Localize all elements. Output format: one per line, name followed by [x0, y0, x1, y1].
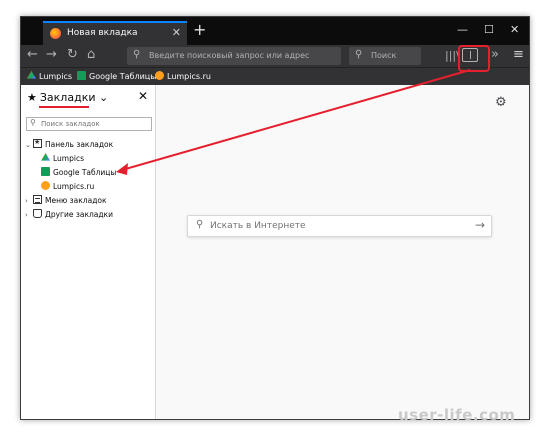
- hamburger-menu-icon[interactable]: ≡: [513, 47, 524, 62]
- search-bar[interactable]: ⚲ Поиск: [349, 47, 421, 65]
- close-window-icon[interactable]: ✕: [510, 23, 519, 36]
- tree-item-lumpics[interactable]: Lumpics: [41, 153, 84, 163]
- watermark-text: user-life.com: [398, 406, 516, 424]
- sidebar-header[interactable]: ★ Закладки ⌄: [27, 91, 108, 104]
- collapsed-arrow-icon: ›: [25, 197, 28, 205]
- firefox-icon: [50, 28, 61, 39]
- other-bookmarks-folder-icon: [33, 209, 42, 218]
- bookmarks-search-placeholder: Поиск закладок: [41, 120, 100, 128]
- url-bar[interactable]: ⚲ Введите поисковый запрос или адрес: [127, 47, 341, 65]
- overflow-chevron-icon[interactable]: »: [491, 47, 499, 62]
- navigation-toolbar: ← → ↻ ⌂ ⚲ Введите поисковый запрос или а…: [21, 45, 529, 67]
- tab-title: Новая вкладка: [67, 28, 138, 38]
- star-icon: ★: [27, 91, 37, 104]
- web-search-input[interactable]: ⚲ Искать в Интернете →: [187, 215, 492, 237]
- expanded-arrow-icon: ⌄: [25, 141, 31, 149]
- chevron-down-icon: ⌄: [98, 91, 109, 104]
- tab-close-icon[interactable]: ✕: [172, 26, 181, 39]
- bookmark-lumpics[interactable]: Lumpics: [27, 71, 72, 81]
- search-placeholder: Поиск: [371, 51, 397, 60]
- gear-icon[interactable]: ⚙: [495, 95, 507, 110]
- forward-icon[interactable]: →: [46, 47, 57, 63]
- tab-strip: Новая вкладка ✕ + — ☐ ✕: [21, 17, 529, 45]
- bookmarks-search-input[interactable]: ⚲ Поиск закладок: [26, 117, 152, 131]
- tree-folder-other[interactable]: › Другие закладки: [25, 209, 113, 219]
- sidebar-close-icon[interactable]: ✕: [138, 89, 148, 103]
- maximize-icon[interactable]: ☐: [484, 23, 494, 36]
- tree-folder-menu[interactable]: › Меню закладок: [25, 195, 107, 205]
- annotation-underline: [39, 106, 89, 108]
- new-tab-page: ⚙ ⚲ Искать в Интернете →: [157, 85, 529, 419]
- tree-item-google-sheets[interactable]: Google Таблицы: [41, 167, 116, 177]
- web-search-placeholder: Искать в Интернете: [210, 221, 306, 231]
- tree-folder-toolbar[interactable]: ⌄Панель закладок: [25, 138, 113, 149]
- annotation-highlight-box: [458, 45, 490, 72]
- home-icon[interactable]: ⌂: [87, 47, 95, 63]
- bookmark-google-sheets[interactable]: Google Таблицы: [77, 71, 157, 81]
- url-placeholder: Введите поисковый запрос или адрес: [149, 51, 310, 60]
- go-arrow-icon[interactable]: →: [475, 218, 485, 232]
- google-sheets-icon: [77, 71, 86, 80]
- bookmark-lumpics-ru[interactable]: Lumpics.ru: [155, 71, 211, 81]
- bookmarks-toolbar: Lumpics Google Таблицы Lumpics.ru: [21, 67, 529, 85]
- tree-item-lumpics-ru[interactable]: Lumpics.ru: [41, 181, 94, 191]
- tab-new-tab[interactable]: Новая вкладка ✕: [43, 21, 187, 45]
- reload-icon[interactable]: ↻: [67, 47, 78, 63]
- minimize-icon[interactable]: —: [457, 23, 468, 36]
- bookmarks-toolbar-folder-icon: [33, 138, 42, 148]
- lumpics-icon: [155, 71, 164, 80]
- search-icon: ⚲: [30, 118, 36, 127]
- google-sheets-icon: [41, 167, 50, 176]
- back-icon[interactable]: ←: [27, 47, 38, 63]
- bookmarks-menu-folder-icon: [33, 195, 42, 204]
- google-drive-icon: [41, 153, 50, 161]
- collapsed-arrow-icon: ›: [25, 211, 28, 219]
- browser-window: Новая вкладка ✕ + — ☐ ✕ ← → ↻ ⌂ ⚲ Введит…: [20, 16, 530, 420]
- sidebar-title: Закладки: [39, 91, 96, 104]
- new-tab-icon[interactable]: +: [193, 20, 206, 39]
- search-icon: ⚲: [133, 49, 141, 60]
- search-icon: ⚲: [196, 219, 204, 230]
- search-icon: ⚲: [355, 49, 363, 60]
- bookmarks-sidebar: ★Закладки ⌄ ✕ ⚲ Поиск закладок ⌄Панель з…: [21, 85, 156, 419]
- google-drive-icon: [27, 71, 36, 79]
- lumpics-icon: [41, 181, 50, 190]
